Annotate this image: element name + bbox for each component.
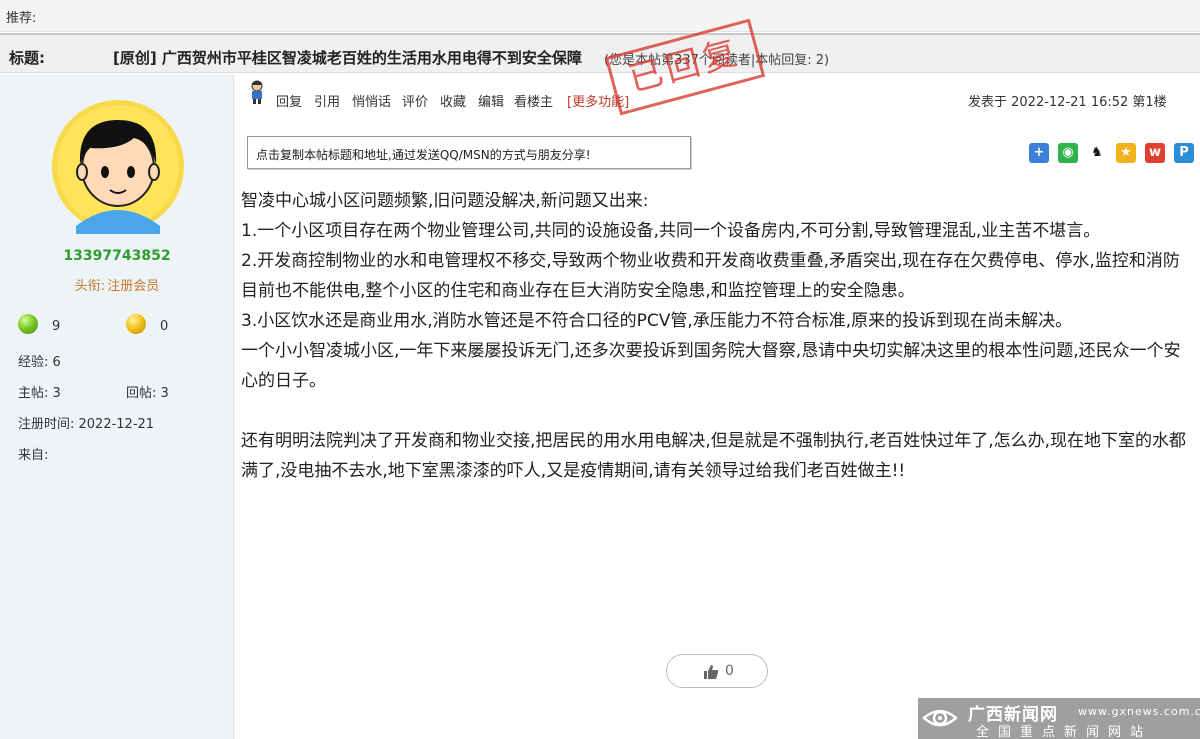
- user-experience: 经验: 6: [18, 355, 61, 370]
- user-profile-sidebar: 13397743852 头衔: 注册会员 9 0 经验: 6 主帖: 3 回帖: …: [0, 74, 234, 739]
- copy-share-link-box[interactable]: 点击复制本帖标题和地址,通过发送QQ/MSN的方式与朋友分享!: [247, 136, 691, 169]
- reply-button[interactable]: 回复: [276, 91, 302, 110]
- user-rank: 头衔: 注册会员: [0, 275, 234, 294]
- thread-title: [原创] 广西贺州市平桂区智凌城老百姓的生活用水用电得不到安全保障: [113, 49, 582, 67]
- user-reg-time: 注册时间: 2022-12-21: [18, 417, 155, 432]
- post-paragraph: 1.一个小区项目存在两个物业管理公司,共同的设施设备,共同一个设备房内,不可分割…: [241, 221, 1101, 241]
- edit-button[interactable]: 编辑: [478, 91, 504, 110]
- user-from: 来自:: [18, 448, 49, 463]
- like-count: 0: [725, 663, 734, 679]
- user-name[interactable]: 13397743852: [0, 248, 234, 264]
- user-replies: 回帖: 3: [126, 386, 169, 401]
- user-posts: 主帖: 3: [18, 386, 61, 401]
- user-figure-icon: [251, 80, 263, 104]
- recommend-label: 推荐:: [6, 11, 37, 26]
- post-paragraph: 2.开发商控制物业的水和电管理权不移交,导致两个物业收费和开发商收费重叠,矛盾突…: [241, 251, 1180, 301]
- yellow-ball-count: 0: [160, 319, 169, 334]
- post-paragraph: 一个小小智凌城小区,一年下来屡屡投诉无门,还多次要投诉到国务院大督察,恳请中央切…: [241, 341, 1181, 391]
- gxnews-logo-icon: [922, 709, 958, 727]
- yellow-ball-icon: [126, 314, 146, 334]
- user-rank-value: 注册会员: [107, 279, 160, 294]
- green-ball-count: 9: [52, 319, 61, 334]
- title-label: 标题:: [9, 49, 45, 67]
- qq-icon[interactable]: ♞: [1087, 143, 1107, 163]
- post-timestamp-floor: 发表于 2022-12-21 16:52 第1楼: [968, 95, 1167, 110]
- user-avatar[interactable]: [50, 98, 186, 234]
- recommend-bar: 推荐:: [0, 0, 1200, 32]
- post-paragraph: 3.小区饮水还是商业用水,消防水管还是不符合口径的PCV管,承压能力不符合标准,…: [241, 311, 1073, 331]
- more-functions-link[interactable]: [更多功能]: [567, 91, 629, 110]
- quote-button[interactable]: 引用: [314, 91, 340, 110]
- watermark-subtitle: 全国重点新闻网站: [976, 725, 1153, 739]
- whisper-button[interactable]: 悄悄话: [352, 91, 391, 110]
- user-rank-label: 头衔:: [74, 279, 106, 294]
- qzone-icon[interactable]: ★: [1116, 143, 1136, 163]
- rate-button[interactable]: 评价: [402, 91, 428, 110]
- view-op-button[interactable]: 看楼主: [514, 91, 553, 110]
- thread-title-bar: 标题: [原创] 广西贺州市平桂区智凌城老百姓的生活用水用电得不到安全保障 (您…: [0, 18, 1200, 116]
- post-paragraph: 还有明明法院判决了开发商和物业交接,把居民的用水用电解决,但是就是不强制执行,老…: [241, 431, 1187, 481]
- post-body: 智凌中心城小区问题频繁,旧问题没解决,新问题又出来: 1.一个小区项目存在两个物…: [241, 186, 1191, 486]
- tencent-weibo-icon[interactable]: P: [1174, 143, 1194, 163]
- add-share-icon[interactable]: +: [1029, 143, 1049, 163]
- green-ball-icon: [18, 314, 38, 334]
- watermark-url: www.gxnews.com.cn: [1078, 705, 1200, 718]
- wechat-icon[interactable]: ◉: [1058, 143, 1078, 163]
- thumbs-up-icon: [704, 665, 719, 679]
- like-button[interactable]: 0: [666, 654, 768, 688]
- post-paragraph: 智凌中心城小区问题频繁,旧问题没解决,新问题又出来:: [241, 191, 649, 211]
- site-watermark: 广西新闻网 www.gxnews.com.cn 全国重点新闻网站: [918, 698, 1200, 739]
- weibo-icon[interactable]: w: [1145, 143, 1165, 163]
- favorite-button[interactable]: 收藏: [440, 91, 466, 110]
